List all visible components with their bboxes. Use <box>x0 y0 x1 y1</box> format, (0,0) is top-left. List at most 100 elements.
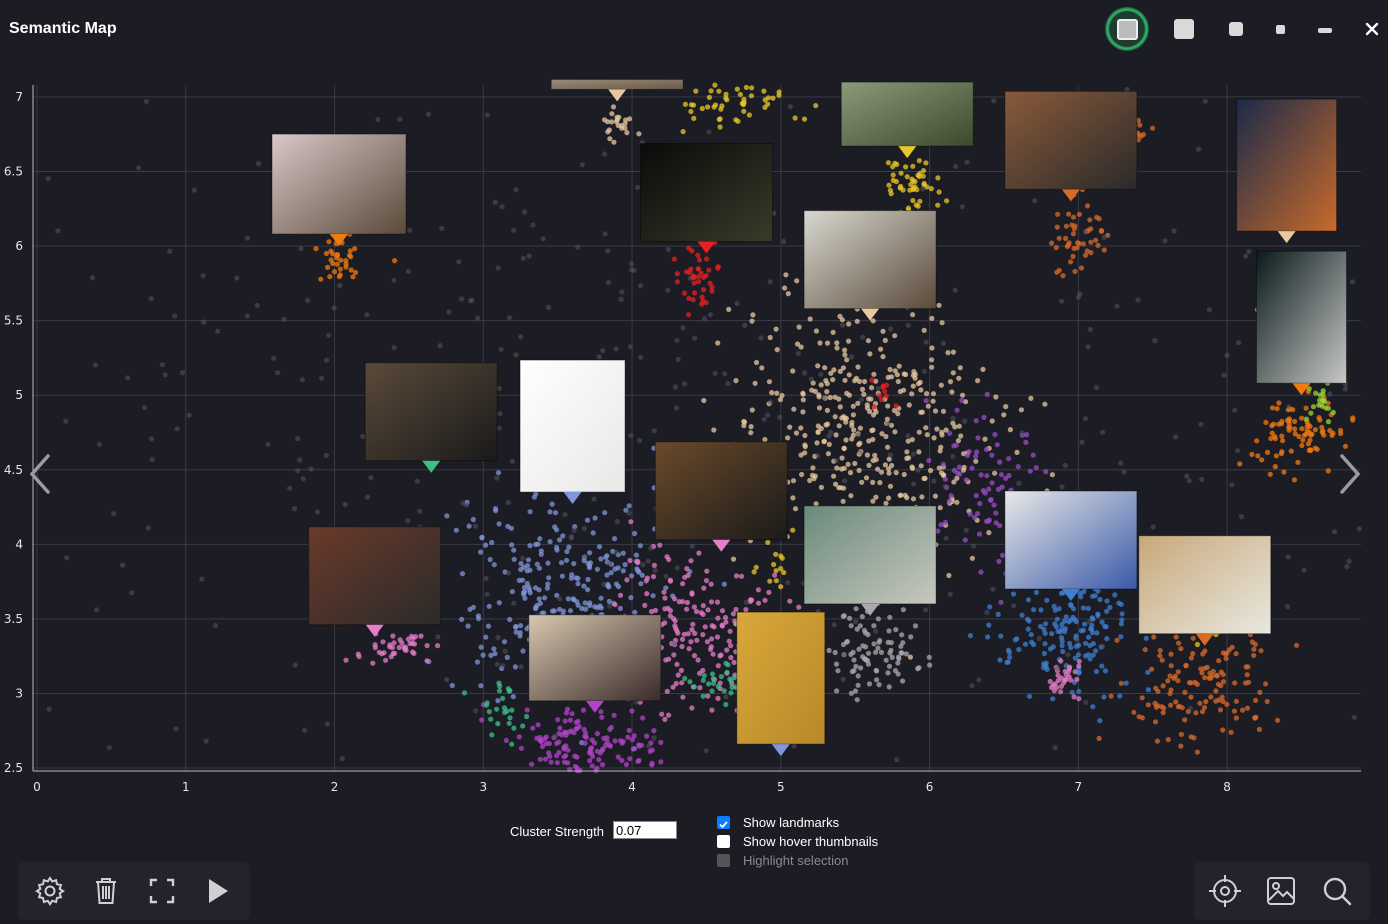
data-point <box>494 475 500 481</box>
locate-icon[interactable] <box>1205 871 1245 911</box>
data-point <box>375 116 381 123</box>
data-point <box>323 452 329 459</box>
data-point <box>909 437 915 443</box>
data-point <box>950 370 956 376</box>
cluster-strength-input[interactable] <box>613 821 677 839</box>
data-point <box>1104 636 1110 642</box>
data-point <box>693 608 700 615</box>
view-size-xlarge-icon[interactable] <box>1117 19 1138 40</box>
data-point <box>1092 593 1098 599</box>
fullscreen-icon[interactable] <box>142 871 182 911</box>
image-icon[interactable] <box>1261 871 1301 911</box>
data-point <box>899 632 905 638</box>
close-icon[interactable] <box>1365 21 1379 40</box>
data-point <box>602 231 608 237</box>
data-point <box>518 664 524 670</box>
data-point <box>1309 431 1315 437</box>
data-point <box>686 646 692 652</box>
data-point <box>923 160 929 166</box>
data-point <box>766 379 773 385</box>
settings-icon[interactable] <box>30 871 70 911</box>
minimize-icon[interactable] <box>1318 28 1332 33</box>
data-point <box>1116 600 1122 606</box>
data-point <box>473 708 479 714</box>
data-point <box>995 611 1001 618</box>
data-point <box>618 296 624 303</box>
data-point <box>810 465 816 471</box>
data-point <box>690 297 696 303</box>
data-point <box>271 355 277 361</box>
data-point <box>535 722 541 728</box>
data-point <box>920 186 926 192</box>
next-arrow-icon[interactable] <box>1334 452 1364 496</box>
data-point <box>848 354 855 360</box>
data-point <box>627 756 633 762</box>
trash-icon[interactable] <box>86 871 126 911</box>
data-point <box>927 662 933 668</box>
data-point <box>326 239 332 245</box>
data-point <box>554 760 561 766</box>
data-point <box>909 391 915 397</box>
play-icon[interactable] <box>198 871 238 911</box>
data-point <box>703 300 709 306</box>
data-point <box>1223 655 1229 662</box>
data-point <box>582 600 588 606</box>
data-point <box>949 389 955 395</box>
data-point <box>785 580 791 586</box>
data-point <box>722 371 728 377</box>
data-point <box>1356 526 1362 532</box>
data-point <box>1064 243 1070 249</box>
data-point <box>916 665 922 671</box>
data-point <box>846 321 852 327</box>
data-point <box>554 753 560 759</box>
view-size-medium-icon[interactable] <box>1229 22 1243 36</box>
view-size-large-icon[interactable] <box>1174 19 1194 39</box>
data-point <box>719 103 725 109</box>
view-size-small-icon[interactable] <box>1276 25 1285 34</box>
data-point <box>494 661 500 668</box>
data-point <box>1153 685 1159 691</box>
data-point <box>1151 634 1157 640</box>
data-point <box>125 375 131 381</box>
data-point <box>882 388 888 394</box>
data-point <box>1244 705 1251 711</box>
data-point <box>904 174 910 180</box>
data-point <box>461 690 468 696</box>
search-icon[interactable] <box>1317 871 1357 911</box>
data-point <box>712 370 718 376</box>
previous-arrow-icon[interactable] <box>26 452 56 496</box>
data-point <box>674 271 680 277</box>
show-landmarks-checkbox[interactable] <box>717 816 730 829</box>
data-point <box>910 496 917 502</box>
data-point <box>962 418 968 424</box>
data-point <box>1206 307 1212 313</box>
data-point <box>1303 405 1309 411</box>
data-point <box>537 600 543 607</box>
data-point <box>986 530 992 536</box>
data-point <box>637 543 644 549</box>
data-point <box>886 182 892 188</box>
show-hover-thumbnails-checkbox[interactable] <box>717 835 730 848</box>
data-point <box>682 675 688 682</box>
data-point <box>1068 644 1074 651</box>
data-point <box>1187 705 1193 712</box>
data-point <box>871 641 877 647</box>
data-point <box>506 315 513 321</box>
data-point <box>511 547 517 553</box>
data-point <box>511 556 517 562</box>
data-point <box>691 604 698 610</box>
data-point <box>559 573 566 579</box>
data-point <box>673 625 679 632</box>
data-point <box>537 756 543 762</box>
data-point <box>879 397 885 403</box>
data-point <box>446 309 452 315</box>
data-point <box>749 85 755 91</box>
data-point <box>704 256 710 262</box>
data-point <box>1243 664 1249 670</box>
data-point <box>834 340 840 346</box>
data-point <box>916 429 922 435</box>
data-point <box>887 366 893 373</box>
data-point <box>470 516 476 523</box>
data-point <box>897 388 904 395</box>
semantic-map-plot[interactable]: 012345678 76.565.554.543.532.5 <box>0 60 1388 800</box>
